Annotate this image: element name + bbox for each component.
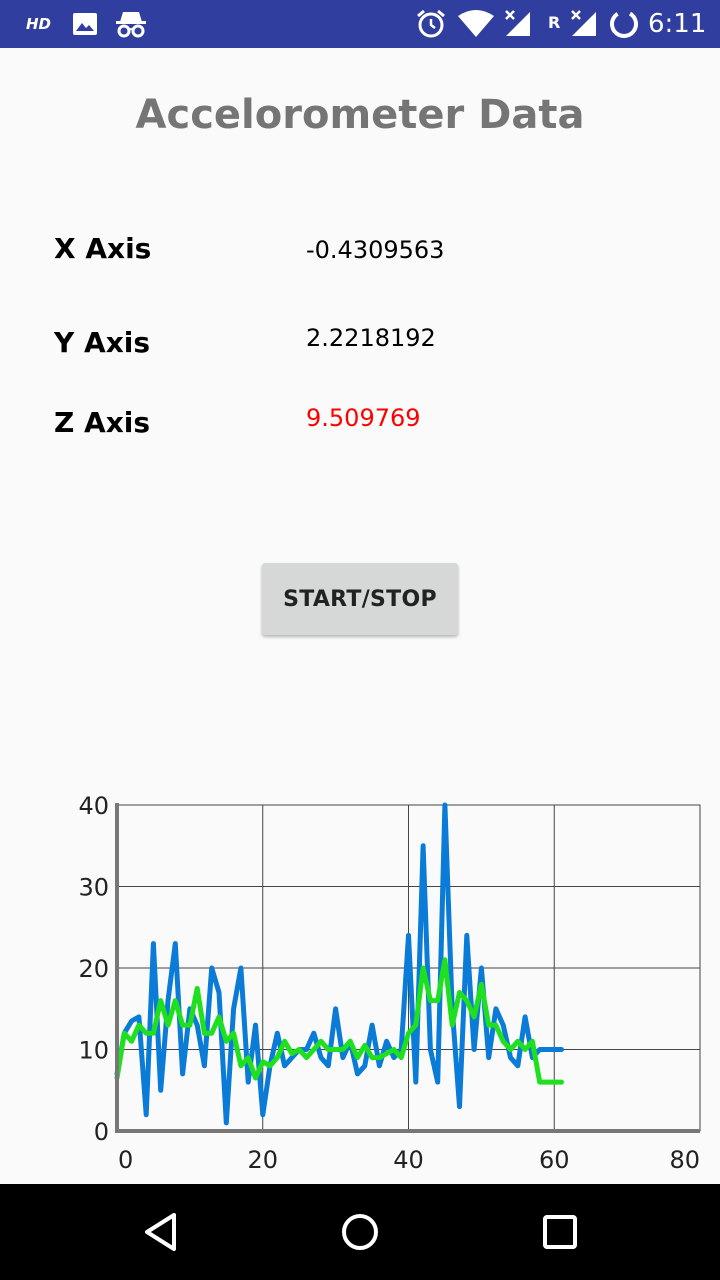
start-stop-button[interactable]: START/STOP [262, 563, 458, 635]
recents-icon[interactable] [530, 1202, 590, 1262]
clock: 6:11 [648, 9, 707, 39]
incognito-icon [116, 12, 146, 38]
x-axis-label: X Axis [54, 232, 152, 265]
y-tick-label: 20 [78, 955, 109, 983]
y-tick-label: 10 [78, 1037, 109, 1065]
x-tick-label: 20 [247, 1146, 278, 1174]
x-axis-value: -0.4309563 [306, 236, 445, 264]
roaming-indicator: R [548, 13, 561, 32]
y-tick-label: 40 [78, 792, 109, 820]
signal-roaming-icon [571, 10, 596, 36]
z-axis-label: Z Axis [54, 406, 151, 439]
x-tick-label: 40 [393, 1146, 424, 1174]
battery-saver-icon [610, 10, 638, 38]
y-axis-value: 2.2218192 [306, 324, 436, 352]
signal-icon [505, 10, 530, 36]
x-tick-label: 60 [539, 1146, 570, 1174]
image-icon [73, 13, 97, 35]
hd-indicator: HD [26, 15, 52, 33]
status-bar: HD R 6:11 [0, 0, 720, 48]
page-title: Accelorometer Data [135, 92, 585, 138]
y-tick-label: 0 [94, 1118, 109, 1146]
z-axis-value: 9.509769 [306, 404, 421, 432]
y-axis-label: Y Axis [54, 326, 151, 359]
wifi-icon [458, 10, 494, 37]
navigation-bar [0, 1184, 720, 1280]
x-tick-label: 80 [669, 1146, 700, 1174]
alarm-icon [417, 9, 445, 38]
accelerometer-line-chart: 0 10 20 30 40 0 20 40 60 80 [78, 792, 701, 1174]
x-tick-label: 0 [118, 1146, 133, 1174]
home-icon[interactable] [330, 1202, 390, 1262]
y-tick-label: 30 [78, 874, 109, 902]
back-icon[interactable] [130, 1202, 190, 1262]
